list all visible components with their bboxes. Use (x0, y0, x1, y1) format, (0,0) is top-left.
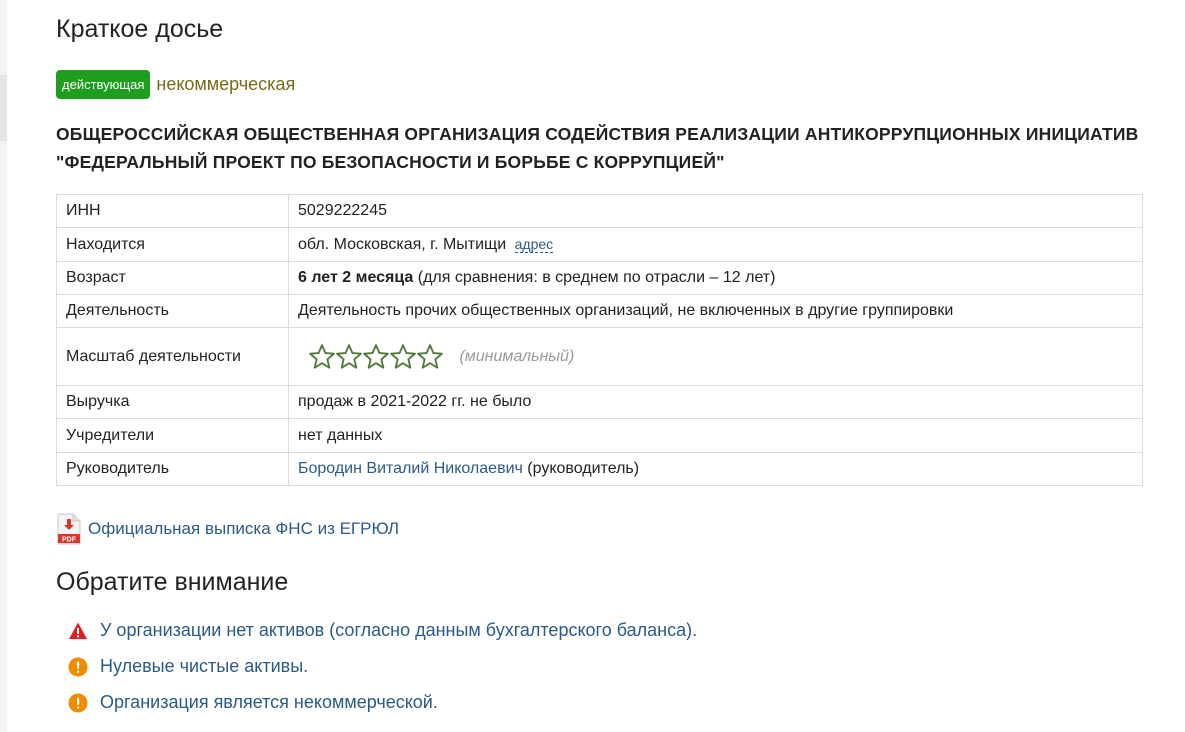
revenue-value: продаж в 2021-2022 гг. не было (288, 385, 1143, 419)
age-value: 6 лет 2 месяца (298, 269, 414, 286)
table-row: Возраст 6 лет 2 месяца (для сравнения: в… (56, 261, 1143, 295)
attention-title: Обратите внимание (56, 568, 289, 596)
egrul-extract-link[interactable]: Официальная выписка ФНС из ЕГРЮЛ (88, 519, 399, 539)
activity-value: Деятельность прочих общественных организ… (288, 294, 1143, 328)
alert-item: Нулевые чистые активы. (68, 656, 308, 677)
row-label: Возраст (56, 261, 289, 295)
alert-text[interactable]: Нулевые чистые активы. (100, 656, 308, 677)
table-row: ИНН 5029222245 (56, 194, 1143, 228)
pdf-icon-label: PDF (62, 537, 77, 544)
status-row: действующая некоммерческая (56, 69, 295, 99)
table-row: Находится обл. Московская, г. Мытищи адр… (56, 227, 1143, 262)
location-cell: обл. Московская, г. Мытищи адрес (288, 227, 1143, 262)
inn-value: 5029222245 (288, 194, 1143, 228)
table-row: Учредители нет данных (56, 418, 1143, 453)
row-label: Руководитель (56, 452, 289, 486)
left-scroll-strip (0, 0, 7, 732)
row-label: Учредители (56, 418, 289, 453)
scale-stars (308, 343, 443, 371)
star-icon (417, 343, 443, 369)
row-label: Деятельность (56, 294, 289, 328)
age-comparison: (для сравнения: в среднем по отрасли – 1… (413, 269, 776, 286)
table-row: Руководитель Бородин Виталий Николаевич … (56, 452, 1143, 486)
table-row: Деятельность Деятельность прочих обществ… (56, 294, 1143, 328)
founders-value: нет данных (288, 418, 1143, 453)
info-table: ИНН 5029222245 Находится обл. Московская… (56, 194, 1143, 486)
pdf-icon[interactable]: PDF (56, 513, 82, 545)
star-icon (336, 343, 362, 369)
star-icon (390, 343, 416, 369)
row-label: Выручка (56, 385, 289, 419)
pdf-row: PDF Официальная выписка ФНС из ЕГРЮЛ (56, 513, 399, 545)
star-icon (363, 343, 389, 369)
row-label: ИНН (56, 194, 289, 228)
star-icon (309, 343, 335, 369)
row-label: Находится (56, 227, 289, 262)
alert-text[interactable]: У организации нет активов (согласно данн… (100, 620, 697, 641)
head-role: (руководитель) (522, 460, 640, 477)
exclamation-circle-icon (68, 693, 88, 712)
status-badge: действующая (56, 69, 151, 99)
exclamation-circle-icon (68, 657, 88, 676)
alert-item: У организации нет активов (согласно данн… (68, 620, 697, 641)
table-row: Выручка продаж в 2021-2022 гг. не было (56, 385, 1143, 419)
alert-item: Организация является некоммерческой. (68, 692, 438, 713)
scale-text: (минимальный) (459, 347, 575, 365)
warning-triangle-icon (69, 622, 87, 639)
scale-cell: (минимальный) (288, 327, 1143, 386)
head-cell: Бородин Виталий Николаевич (руководитель… (288, 452, 1143, 486)
organization-name: ОБЩЕРОССИЙСКАЯ ОБЩЕСТВЕННАЯ ОРГАНИЗАЦИЯ … (56, 124, 1139, 172)
location-value: обл. Московская, г. Мытищи (298, 235, 507, 253)
org-kind: некоммерческая (156, 73, 296, 94)
row-label: Масштаб деятельности (56, 327, 289, 386)
address-link[interactable]: адрес (514, 235, 554, 253)
head-name-link[interactable]: Бородин Виталий Николаевич (298, 460, 523, 477)
page-title: Краткое досье (56, 15, 224, 43)
age-cell: 6 лет 2 месяца (для сравнения: в среднем… (288, 261, 1143, 295)
alert-text[interactable]: Организация является некоммерческой. (100, 692, 438, 713)
table-row: Масштаб деятельности (минимальный) (56, 327, 1143, 386)
